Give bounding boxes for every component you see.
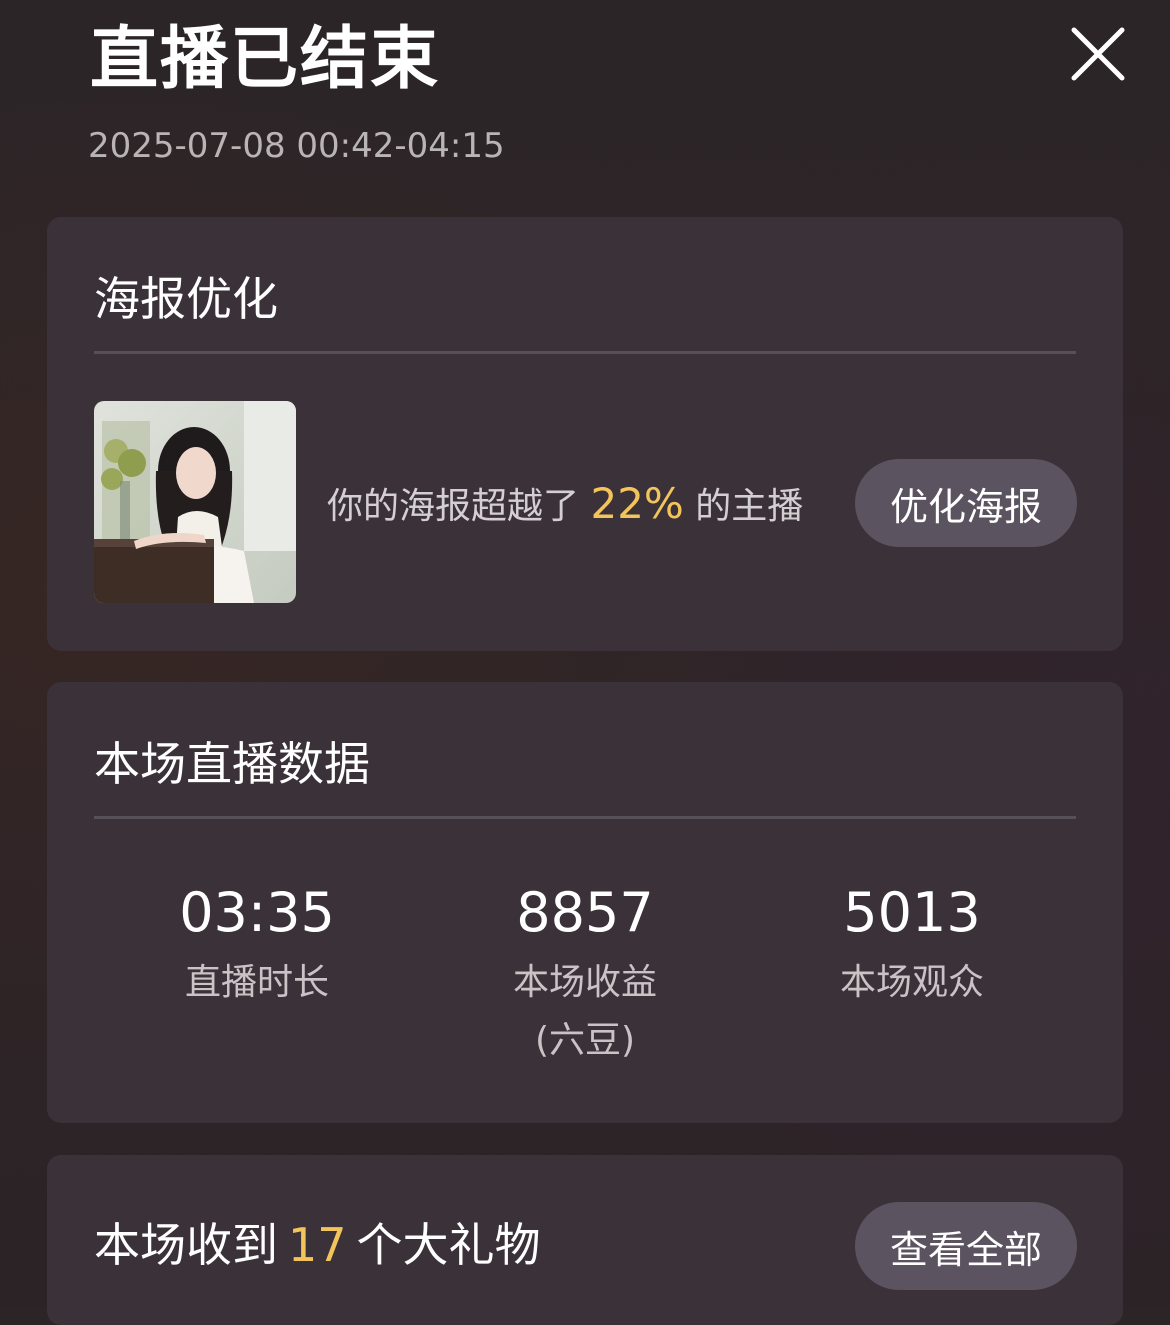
stat-audience-value: 5013: [843, 881, 981, 944]
poster-rank-suffix: 的主播: [695, 486, 804, 527]
view-all-gifts-button[interactable]: 查看全部: [855, 1202, 1077, 1290]
close-icon: [1071, 27, 1125, 81]
stats-card-divider: [94, 816, 1076, 819]
poster-rank-text: 你的海报超越了 22% 的主播: [327, 479, 803, 532]
poster-optimization-card: 海报优化 你的海报超越了 22% 的主播 优化海报: [47, 217, 1123, 651]
live-stats-card: 本场直播数据 03:35 直播时长 8857 本场收益 (六豆) 5013 本场…: [47, 682, 1123, 1123]
gifts-card: 本场收到 17 个大礼物 查看全部: [47, 1155, 1123, 1325]
stats-card-title: 本场直播数据: [94, 737, 370, 791]
optimize-poster-button[interactable]: 优化海报: [855, 459, 1077, 547]
poster-rank-percent: 22%: [590, 479, 684, 528]
poster-card-title: 海报优化: [94, 272, 278, 326]
stat-income-label: 本场收益: [512, 962, 657, 1003]
stat-audience-label: 本场观众: [839, 962, 984, 1003]
stat-income-unit: (六豆): [534, 1020, 636, 1061]
live-time-range: 2025-07-08 00:42-04:15: [88, 126, 505, 166]
poster-card-divider: [94, 351, 1076, 354]
page-title: 直播已结束: [90, 20, 441, 99]
stat-audience: 5013 本场观众: [762, 880, 1062, 1012]
stat-duration: 03:35 直播时长: [107, 880, 407, 1012]
poster-rank-prefix: 你的海报超越了: [327, 486, 580, 527]
poster-image: [94, 401, 296, 603]
gifts-title-suffix: 个大礼物: [356, 1218, 541, 1272]
gifts-title: 本场收到 17 个大礼物: [94, 1217, 541, 1273]
gifts-count: 17: [288, 1218, 347, 1272]
stat-duration-value: 03:35: [179, 881, 335, 944]
stat-income-value: 8857: [516, 881, 654, 944]
stat-duration-label: 直播时长: [184, 962, 329, 1003]
poster-thumbnail[interactable]: [94, 401, 296, 603]
stat-income: 8857 本场收益 (六豆): [435, 880, 735, 1070]
gifts-title-prefix: 本场收到: [94, 1218, 278, 1272]
close-button[interactable]: [1066, 22, 1130, 86]
